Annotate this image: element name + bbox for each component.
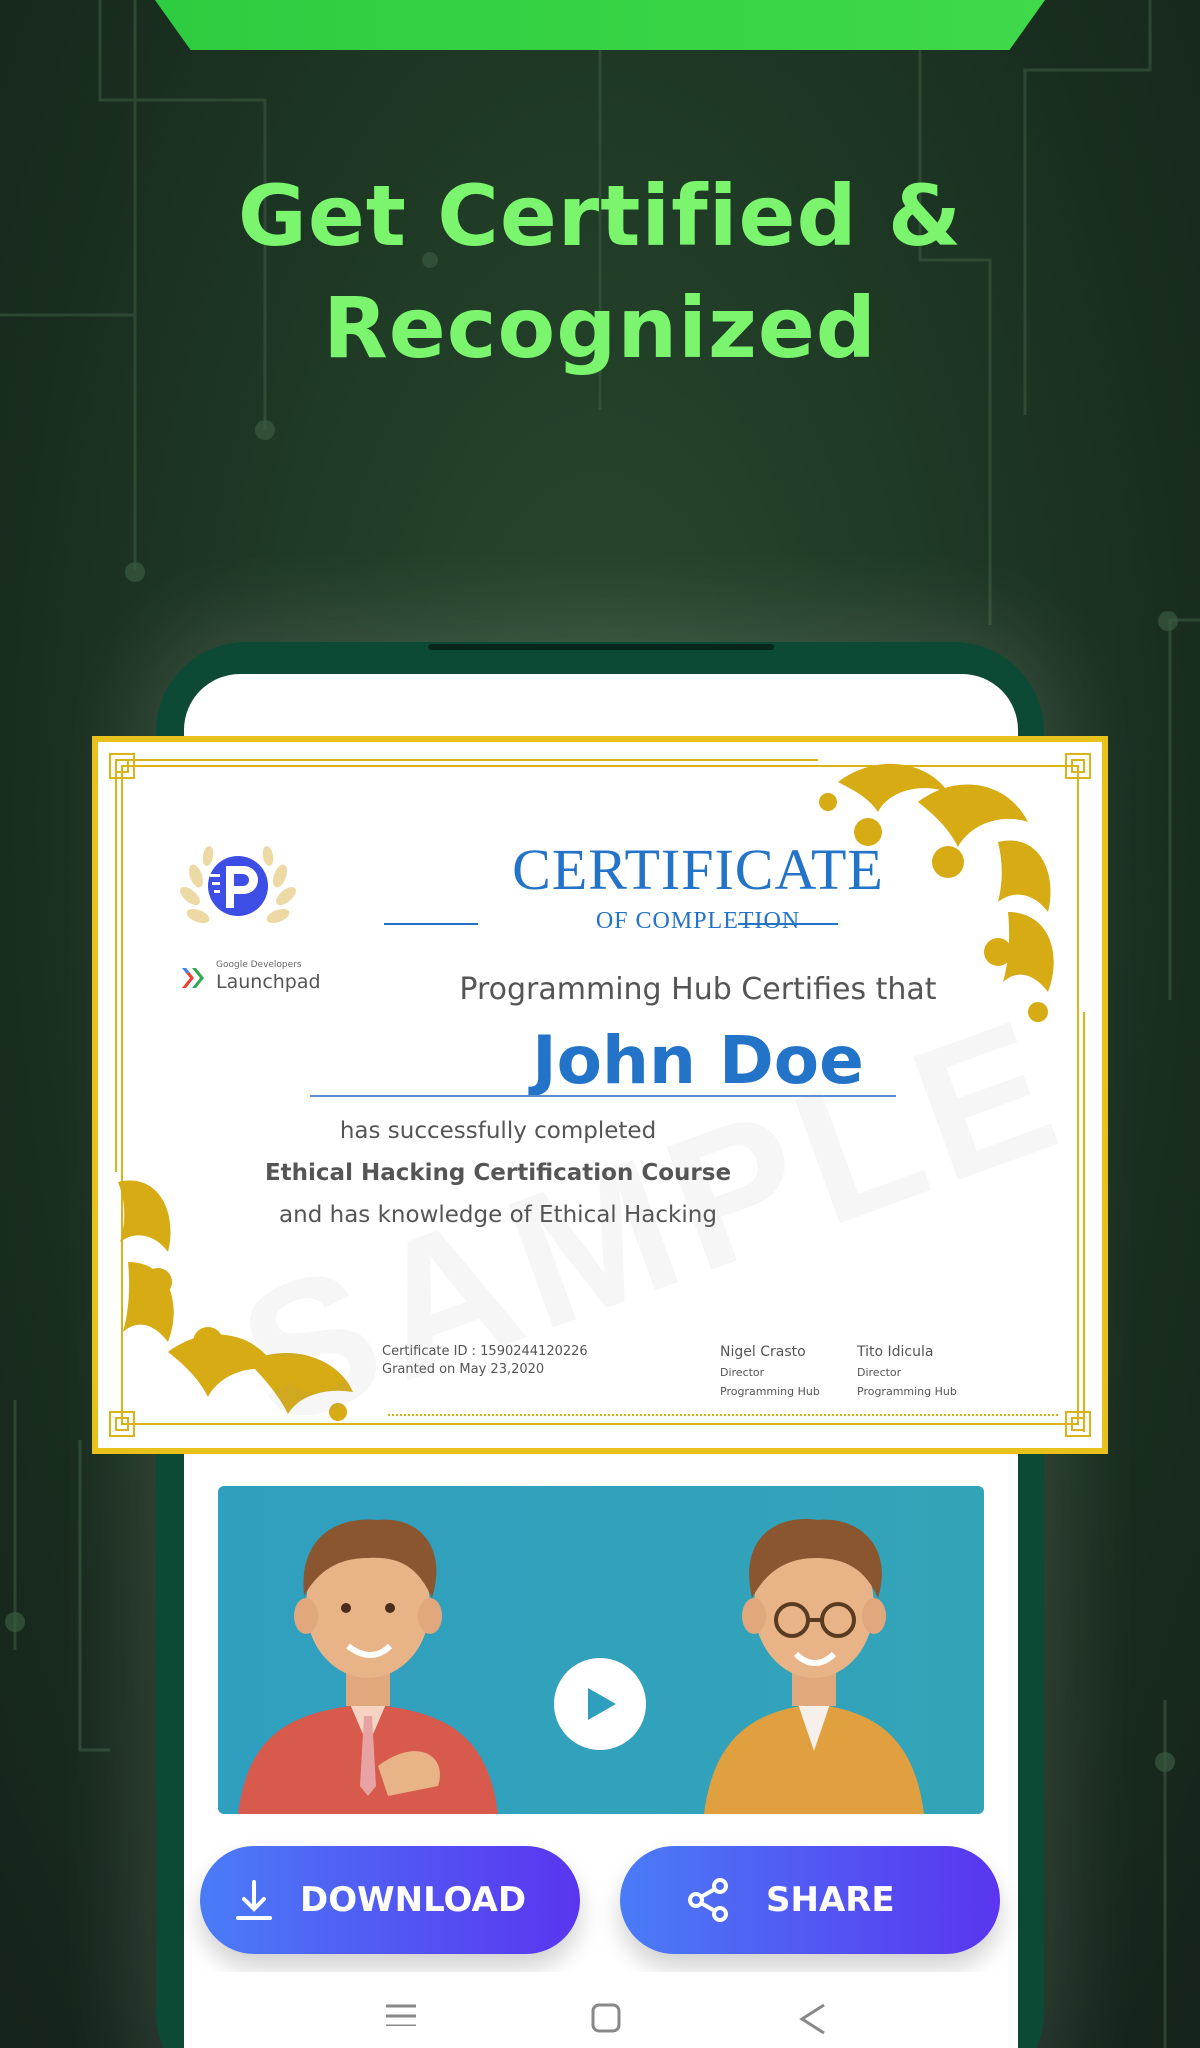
share-button[interactable]: SHARE — [620, 1846, 1000, 1954]
play-icon — [588, 1688, 616, 1720]
headline-line-1: Get Certified & — [237, 167, 963, 265]
signatory-org: Programming Hub — [857, 1385, 957, 1398]
download-button[interactable]: DOWNLOAD — [200, 1846, 580, 1954]
back-icon[interactable] — [798, 2002, 828, 2036]
download-icon — [236, 1880, 272, 1920]
signatory-org: Programming Hub — [720, 1385, 820, 1398]
certificate-dotted-line — [388, 1414, 1058, 1416]
home-icon[interactable] — [590, 2002, 622, 2034]
granted-date: Granted on May 23,2020 — [382, 1362, 545, 1377]
signatory-2: Tito Idicula Director Programming Hub — [857, 1344, 957, 1398]
play-button[interactable] — [554, 1658, 646, 1750]
download-label: DOWNLOAD — [300, 1880, 527, 1920]
signatory-role: Director — [720, 1366, 765, 1379]
signatory-1: Nigel Crasto Director Programming Hub — [720, 1344, 820, 1398]
recipient-name: John Doe — [532, 1022, 864, 1099]
headline-line-2: Recognized — [323, 279, 877, 377]
launchpad-small-text: Google Developers — [216, 960, 302, 970]
video-illustration — [238, 1519, 924, 1814]
person-left — [238, 1519, 498, 1814]
certificate-title: CERTIFICATE — [512, 837, 884, 902]
top-banner-tab — [155, 0, 1045, 50]
headline: Get Certified & Recognized — [0, 160, 1200, 384]
menu-icon[interactable] — [384, 2002, 418, 2026]
subtitle-line-right — [738, 923, 838, 925]
person-right — [704, 1519, 924, 1814]
launchpad-chevron-icon — [182, 968, 204, 988]
share-icon — [688, 1878, 728, 1922]
signatory-name: Tito Idicula — [857, 1344, 934, 1360]
certificate: SAMPLE Google Developers Launchpad CERTI… — [92, 736, 1108, 1467]
signatory-name: Nigel Crasto — [720, 1344, 806, 1360]
google-launchpad-logo: Google Developers Launchpad — [180, 958, 321, 998]
share-label: SHARE — [766, 1880, 895, 1920]
name-underline — [310, 1095, 896, 1097]
video-thumbnail[interactable] — [218, 1486, 984, 1814]
certificate-issuer-text: Programming Hub Certifies that — [459, 972, 937, 1007]
phone-speaker — [428, 644, 774, 650]
knowledge-text: and has knowledge of Ethical Hacking — [279, 1202, 717, 1228]
certificate-id: Certificate ID : 1590244120226 — [382, 1344, 588, 1359]
signatory-role: Director — [857, 1366, 902, 1379]
system-nav-bar — [184, 1972, 1018, 2048]
certificate-subtitle: OF COMPLETION — [595, 908, 801, 934]
course-name: Ethical Hacking Certification Course — [264, 1160, 732, 1186]
programming-hub-logo — [180, 846, 296, 923]
completion-text: has successfully completed — [339, 1118, 657, 1144]
